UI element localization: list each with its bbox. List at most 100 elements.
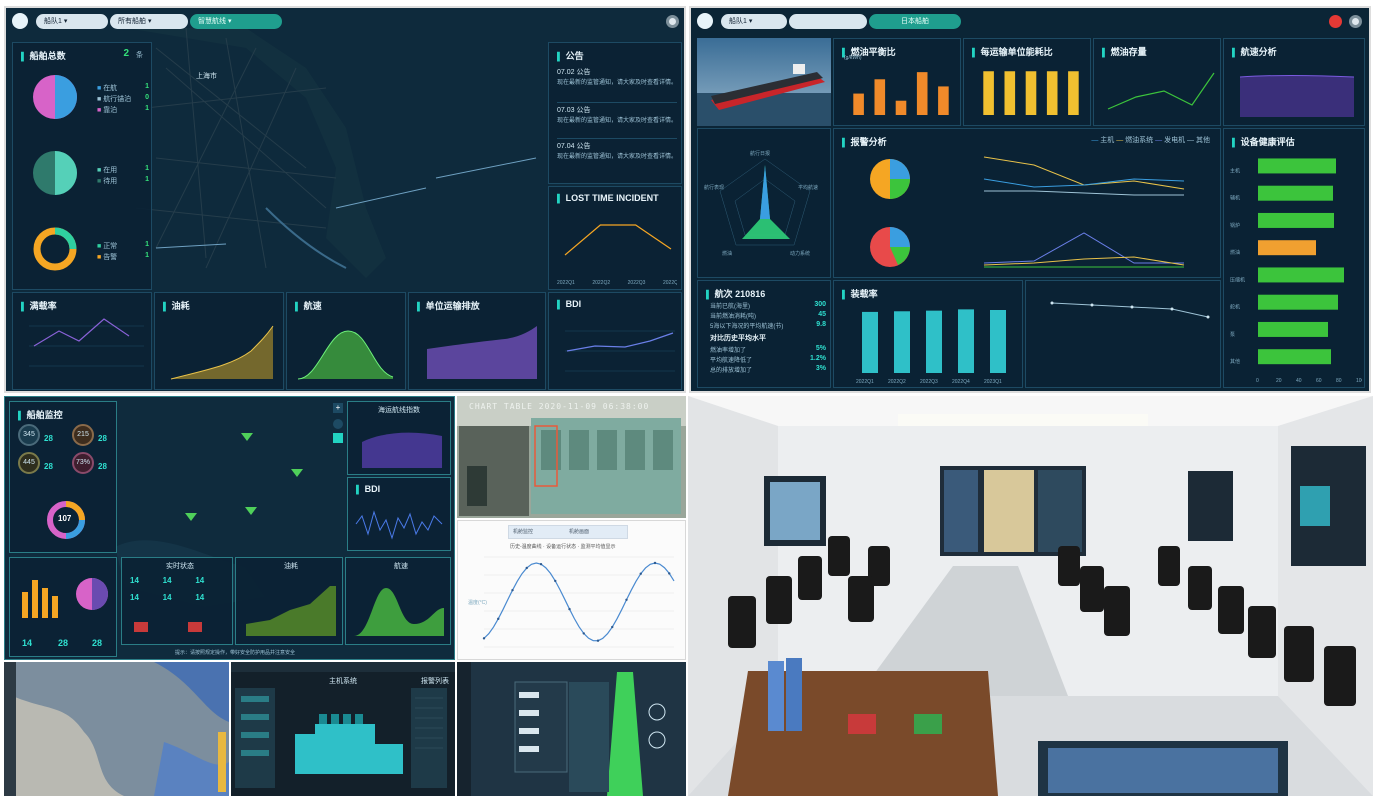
notice-item[interactable]: 07.03 公告 现在最新的监管通知，请大家及时查看详情。 bbox=[557, 103, 677, 139]
stat-sub: 28 bbox=[44, 434, 53, 443]
ship-photo bbox=[697, 38, 831, 126]
notice-panel: 公告 07.02 公告 现在最新的监管通知，请大家及时查看详情。 07.03 公… bbox=[548, 42, 682, 184]
bar bbox=[895, 100, 907, 115]
ship-dashboard: 船队1 ▾ 日本船舶 燃油平衡比 (g/kWh) 每运输单位能耗比 燃油存量 航… bbox=[689, 6, 1371, 393]
panel-title: 海运航线指数 bbox=[378, 407, 420, 414]
legend-count: 1 bbox=[145, 165, 149, 172]
logo-icon bbox=[697, 13, 713, 29]
health-bar bbox=[1258, 294, 1338, 310]
map-refresh-icon[interactable] bbox=[333, 419, 343, 429]
mini-pie-chart bbox=[76, 578, 108, 610]
compare-label: 燃油率增加了 bbox=[710, 348, 747, 354]
sine-point bbox=[596, 639, 600, 642]
status-donut-3 bbox=[33, 227, 77, 271]
ship-search-input[interactable] bbox=[789, 14, 867, 29]
legend-label: 其他 bbox=[1196, 137, 1210, 144]
table-label: 机舱画面 bbox=[569, 529, 590, 535]
sine-point bbox=[511, 588, 514, 592]
radar-chart: 航行日报 平均航速 动力系统 燃油 航行表现 bbox=[704, 150, 818, 257]
panel-title: 航速 bbox=[394, 563, 408, 570]
alarm-panel: 报警分析 — 主机 — 燃油系统 — 发电机 — 其他 bbox=[833, 128, 1221, 278]
chart-title: 设备健康评估 bbox=[1232, 135, 1295, 148]
fuel-balance-panel: 燃油平衡比 (g/kWh) bbox=[833, 38, 961, 126]
fleet-panel: 船舶总数 2 条 ■ 在航1 ■ 航行锚泊0 ■ 靠泊1 ■ 在用1 ■ 待用1… bbox=[12, 42, 152, 290]
stat-value: 14 bbox=[22, 638, 33, 648]
fleet-select[interactable]: 船队1 ▾ bbox=[36, 14, 108, 29]
settings-icon[interactable] bbox=[1349, 15, 1362, 28]
compare-value: 5% bbox=[815, 345, 826, 352]
compare-title: 对比历史平均水平 bbox=[710, 335, 766, 342]
bar bbox=[1046, 71, 1058, 115]
mode-button-label: 智慧航线 bbox=[198, 18, 226, 25]
voyage-panel: 航次 210816 当前已航(海里) 300 当前燃油消耗(吨) 45 5海以下海况… bbox=[697, 280, 831, 388]
speed-analysis-panel: 航速分析 bbox=[1223, 38, 1365, 126]
legend-count: 0 bbox=[145, 94, 149, 101]
fleet-select[interactable]: 船队1 ▾ bbox=[721, 14, 787, 29]
sine-chart-panel: 机舱监控 机舱画面 历史-温度曲线 · 设备运行状态 · 监测平均值显示 温度(… bbox=[457, 520, 686, 660]
stat-sub: 28 bbox=[98, 434, 107, 443]
legend-label: 燃油系统 bbox=[1125, 137, 1154, 144]
status-pie-1 bbox=[33, 75, 77, 119]
alarm-icon[interactable] bbox=[1329, 15, 1342, 28]
fuel-chart-panel: 油耗 bbox=[235, 557, 343, 645]
bottom-chart-panel-4: 单位运输排放 bbox=[408, 292, 546, 390]
engine-room-photo bbox=[457, 396, 686, 518]
index-area-chart bbox=[362, 432, 442, 468]
notice-date: 07.03 公告 bbox=[557, 107, 591, 114]
energy-panel: 每运输单位能耗比 bbox=[963, 38, 1091, 126]
compare-value: 1.2% bbox=[810, 355, 826, 362]
lti-x-tick: 2022Q3 bbox=[628, 280, 646, 286]
fuel-step-area bbox=[246, 586, 336, 636]
chart-title: 航速分析 bbox=[1232, 45, 1277, 58]
legend-count: 1 bbox=[145, 105, 149, 112]
sine-title: 历史-温度曲线 · 设备运行状态 · 监测平均值显示 bbox=[510, 544, 616, 550]
load-bar bbox=[958, 309, 974, 373]
bar bbox=[916, 72, 928, 115]
map-zoom-in-button[interactable]: + bbox=[333, 403, 343, 413]
ship-select[interactable]: 所有船舶 ▾ bbox=[110, 14, 188, 29]
sine-point bbox=[525, 566, 528, 570]
compare-value: 3% bbox=[815, 365, 826, 372]
notice-text: 现在最新的监管通知，请大家及时查看详情。 bbox=[557, 154, 678, 160]
bottom-chart-panel-2: 油耗 bbox=[154, 292, 284, 390]
radar-label: 动力系统 bbox=[790, 250, 810, 257]
notice-item[interactable]: 07.02 公告 现在最新的监管通知，请大家及时查看详情。 bbox=[557, 67, 677, 103]
load-bar bbox=[894, 311, 910, 373]
legend-label: 靠泊 bbox=[103, 107, 118, 114]
alarm-legend: — 主机 — 燃油系统 — 发电机 — 其他 bbox=[1091, 137, 1210, 144]
footer-note: 提示：请按照规定操作，带好安全防护用品并注意安全 bbox=[175, 650, 296, 656]
bar bbox=[1004, 71, 1016, 115]
health-bar bbox=[1258, 185, 1333, 201]
status-indicator-red bbox=[134, 622, 148, 632]
settings-icon[interactable] bbox=[666, 15, 679, 28]
load-bar bbox=[990, 310, 1006, 373]
chart-title: BDI bbox=[557, 299, 582, 309]
legend-count: 1 bbox=[145, 176, 149, 183]
map-layer-button[interactable] bbox=[333, 433, 343, 443]
pie-legend-2: ■ 在用 1 ■ 待用 1 bbox=[97, 165, 149, 185]
health-bar bbox=[1258, 240, 1316, 256]
health-bar bbox=[1258, 212, 1334, 228]
mode-button-label: 日本船舶 bbox=[901, 18, 929, 25]
health-label: 锅炉 bbox=[1230, 222, 1240, 229]
status-pie-2 bbox=[33, 151, 77, 195]
voyage-label: 当前燃油消耗(吨) bbox=[710, 314, 756, 320]
load-x-tick: 2023Q1 bbox=[984, 379, 1002, 385]
donut-center-value: 107 bbox=[58, 514, 72, 523]
health-label: 泵 bbox=[1230, 332, 1235, 338]
sine-point bbox=[582, 632, 585, 635]
sine-point bbox=[639, 572, 642, 575]
sine-point bbox=[611, 625, 614, 629]
weather-map bbox=[4, 662, 229, 796]
notice-item[interactable]: 07.04 公告 现在最新的监管通知，请大家及时查看详情。 bbox=[557, 139, 677, 175]
health-bar bbox=[1258, 349, 1331, 365]
logo-icon bbox=[12, 13, 28, 29]
load-bar-chart: 2022Q1 2022Q2 2022Q3 2022Q4 2023Q1 bbox=[856, 309, 1006, 385]
mode-button[interactable]: 智慧航线 ▾ bbox=[190, 14, 282, 29]
bar bbox=[874, 79, 886, 115]
navigation-screen bbox=[457, 662, 686, 796]
bdi-wave-chart bbox=[355, 510, 443, 540]
fuel-area-chart bbox=[170, 325, 274, 380]
mode-button[interactable]: 日本船舶 bbox=[869, 14, 961, 29]
alarm-line-chart-1 bbox=[983, 156, 1185, 196]
